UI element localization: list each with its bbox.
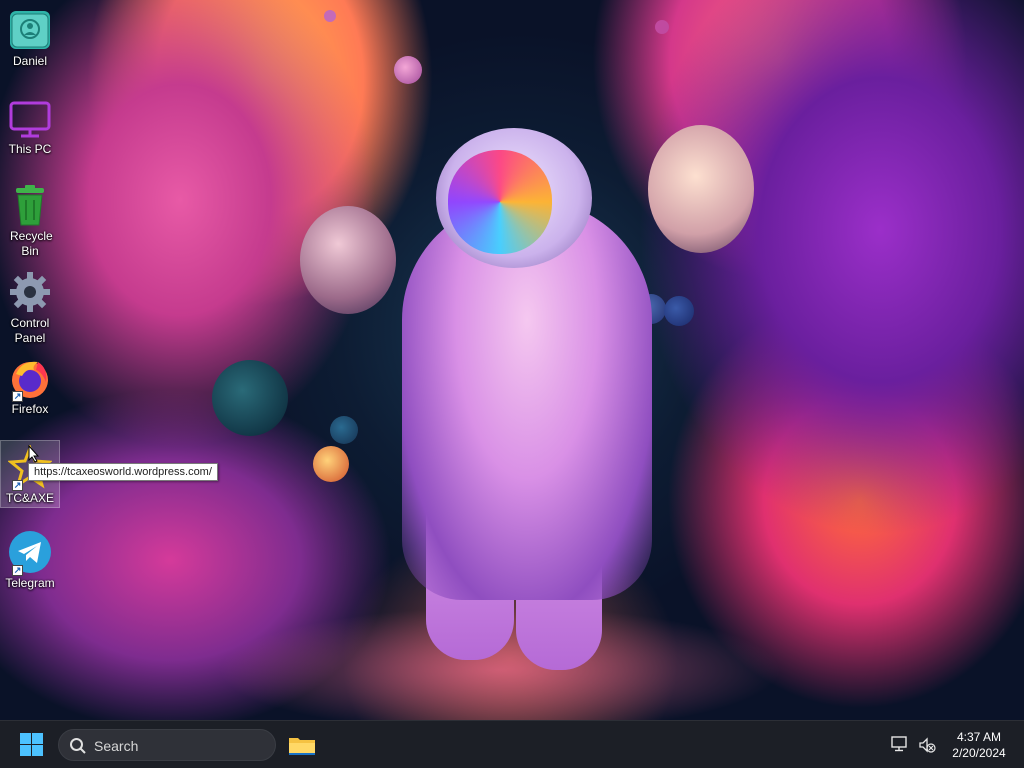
- desktop-icon-telegram[interactable]: ↗ Telegram: [0, 522, 60, 602]
- desktop-icon-label: This PC: [8, 142, 52, 156]
- monitor-icon: [8, 96, 52, 140]
- url-tooltip: https://tcaxeosworld.wordpress.com/: [28, 463, 218, 481]
- clock-date: 2/20/2024: [952, 746, 1006, 760]
- file-explorer-icon[interactable]: [286, 729, 318, 761]
- windows-start-icon[interactable]: [16, 731, 46, 759]
- desktop-icon-control-panel[interactable]: Control Panel: [0, 262, 60, 352]
- search-placeholder: Search: [94, 738, 139, 754]
- telegram-icon: ↗: [8, 530, 52, 576]
- desktop-icon-label: Firefox: [11, 402, 49, 416]
- desktop-icon-firefox[interactable]: ↗ Firefox: [0, 348, 60, 428]
- trash-bin-icon: [8, 183, 52, 227]
- desktop-icon-this-pc[interactable]: This PC: [0, 88, 60, 168]
- search-icon: [69, 737, 87, 755]
- desktop-icon-label: Recycle Bin: [10, 229, 53, 258]
- desktop-icon-user-folder[interactable]: Daniel: [0, 0, 60, 80]
- mouse-cursor-icon: [28, 444, 40, 463]
- desktop-icon-label: TC&AXE: [5, 491, 54, 505]
- desktop-icon-label: Daniel: [12, 54, 48, 68]
- clock-time: 4:37 AM: [956, 730, 1002, 744]
- shortcut-arrow-icon: ↗: [12, 480, 23, 491]
- desktop-icon-recycle-bin[interactable]: Recycle Bin: [0, 175, 60, 265]
- taskbar-search-box[interactable]: Search: [58, 729, 276, 761]
- taskbar: Search 4:37 AM 2/20/2024: [0, 720, 1024, 768]
- desktop-icon-label: Telegram: [5, 576, 55, 590]
- gear-icon: [8, 270, 52, 314]
- volume-muted-icon[interactable]: [918, 736, 936, 754]
- network-icon[interactable]: [891, 736, 909, 752]
- shortcut-arrow-icon: ↗: [12, 391, 23, 402]
- system-clock[interactable]: 4:37 AM 2/20/2024: [940, 729, 1018, 761]
- shortcut-arrow-icon: ↗: [12, 565, 23, 576]
- firefox-icon: ↗: [8, 356, 52, 402]
- user-folder-icon: [8, 8, 52, 52]
- desktop-icon-label: Control Panel: [10, 316, 50, 345]
- desktop-wallpaper: [0, 0, 1024, 720]
